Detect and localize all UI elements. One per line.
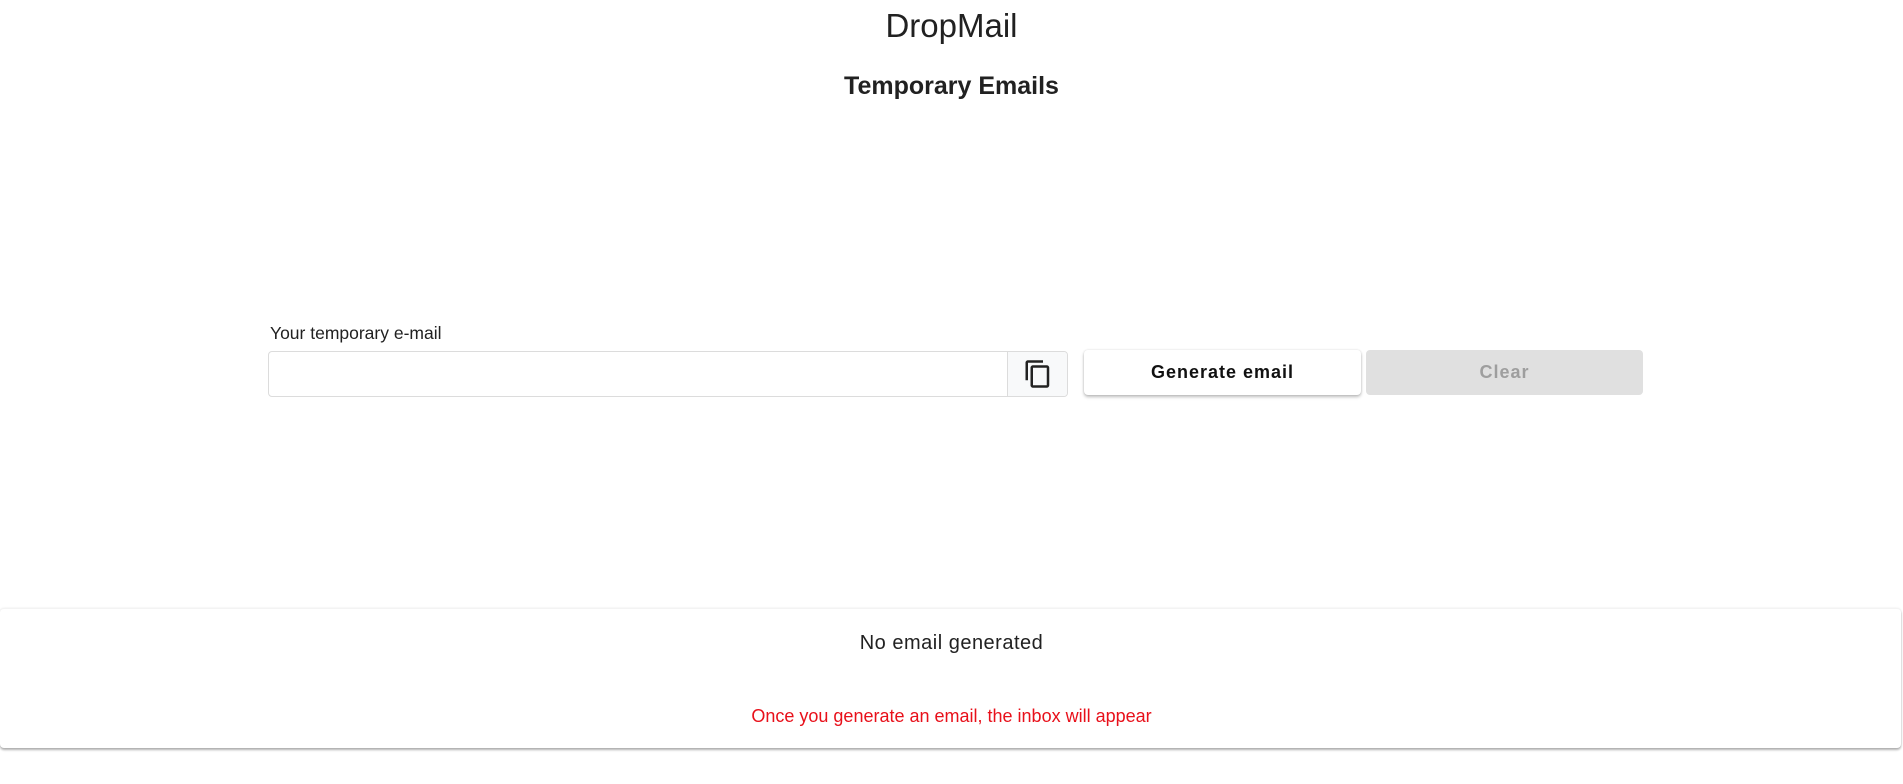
clear-button[interactable]: Clear [1366, 350, 1643, 395]
generate-email-button[interactable]: Generate email [1084, 350, 1361, 395]
inbox-hint: Once you generate an email, the inbox wi… [751, 706, 1152, 726]
copy-icon [1025, 360, 1049, 388]
email-field-group [268, 351, 1068, 397]
page-title: Temporary Emails [844, 72, 1059, 100]
inbox-panel: No email generated Once you generate an … [0, 608, 1901, 748]
page: DropMail Temporary Emails Your temporary… [0, 0, 1903, 784]
copy-email-button[interactable] [1007, 352, 1067, 396]
temporary-email-field[interactable] [269, 352, 1007, 396]
app-title: DropMail [885, 7, 1018, 44]
email-field-label: Your temporary e-mail [270, 323, 442, 343]
inbox-status: No email generated [859, 632, 1044, 654]
